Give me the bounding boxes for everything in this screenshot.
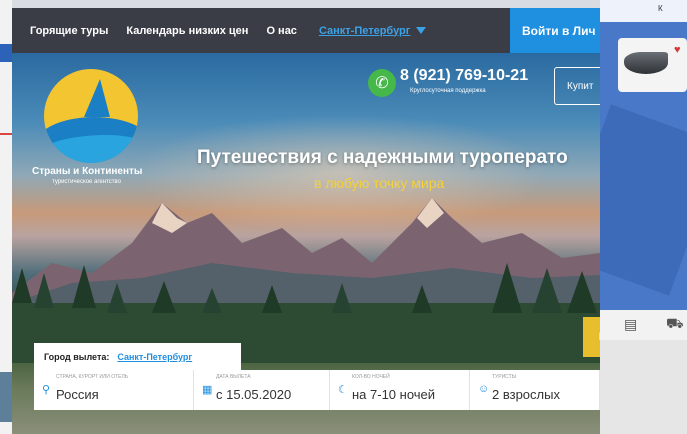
document-icon[interactable]: ▤ <box>624 316 637 333</box>
hero-banner: Страны и Континенты туристическое агентс… <box>12 53 600 434</box>
city-selector[interactable]: Санкт-Петербург <box>319 25 410 37</box>
calendar-icon: ▦ <box>202 384 213 396</box>
person-icon: ☺ <box>478 383 490 395</box>
support-caption: Круглосуточная поддержка <box>410 88 486 94</box>
hero-subheadline: в любую точку мира <box>314 175 445 191</box>
overlapping-window-header-text: К <box>658 4 663 13</box>
destination-label: Страна, курорт или отель <box>56 374 129 380</box>
departure-city-link[interactable]: Санкт-Петербург <box>117 352 192 362</box>
destination-value[interactable]: Россия <box>56 387 99 402</box>
date-field[interactable]: ▦ Дата вылета с 15.05.2020 <box>194 370 330 410</box>
company-logo[interactable] <box>44 69 138 163</box>
tourists-value[interactable]: 2 взрослых <box>492 387 560 402</box>
nights-field[interactable]: ☾ Кол-во ночей на 7-10 ночей <box>330 370 470 410</box>
sailboat-icon <box>84 79 110 117</box>
nav-link-hot-tours[interactable]: Горящие туры <box>30 25 108 37</box>
top-navigation: Горящие туры Календарь низких цен О нас … <box>12 8 600 53</box>
buy-button[interactable]: Купит <box>554 67 600 105</box>
chevron-down-icon[interactable] <box>416 27 427 34</box>
departure-city-label: Город вылета: <box>44 352 110 362</box>
destination-field[interactable]: ⚲ Страна, курорт или отель Россия <box>34 370 194 410</box>
nights-value[interactable]: на 7-10 ночей <box>352 387 435 402</box>
product-card[interactable]: ♥ <box>618 38 687 92</box>
background-image <box>0 372 12 422</box>
phone-number[interactable]: 8 (921) 769-10-21 <box>400 67 528 85</box>
heart-icon[interactable]: ♥ <box>674 44 681 56</box>
travel-site: Горящие туры Календарь низких цен О нас … <box>12 8 600 434</box>
decorative-shape <box>600 104 687 296</box>
phone-icon[interactable]: ✆ <box>368 69 396 97</box>
overlapping-window: К ♥ ▤ ⛟ <box>600 0 687 340</box>
screen: Горящие туры Календарь низких цен О нас … <box>0 0 687 434</box>
location-pin-icon: ⚲ <box>42 384 51 396</box>
login-button[interactable]: Войти в Лич <box>510 8 600 53</box>
nav-link-price-calendar[interactable]: Календарь низких цен <box>126 25 248 37</box>
background-window-edge <box>0 0 12 434</box>
tour-search-form: ⚲ Страна, курорт или отель Россия ▦ Дата… <box>34 370 600 410</box>
hero-headline: Путешествия с надежными туроперато <box>197 147 568 168</box>
background-tag <box>0 44 12 62</box>
brand-subtitle: туристическое агентство <box>52 179 121 185</box>
nav-link-about[interactable]: О нас <box>266 25 297 37</box>
background-page <box>600 340 687 434</box>
date-label: Дата вылета <box>216 374 251 380</box>
nights-label: Кол-во ночей <box>352 374 390 380</box>
overlapping-window-header: К <box>600 0 687 22</box>
moon-icon: ☾ <box>338 384 348 396</box>
inflatable-boat-image <box>624 52 668 74</box>
date-value[interactable]: с 15.05.2020 <box>216 387 291 402</box>
tourists-field[interactable]: ☺ Туристы 2 взрослых <box>470 370 600 410</box>
background-divider <box>0 133 12 135</box>
departure-city-box: Город вылета: Санкт-Петербург <box>34 343 241 371</box>
cart-icon[interactable]: ⛟ <box>666 315 684 334</box>
tourists-label: Туристы <box>492 374 517 380</box>
brand-name: Страны и Континенты <box>32 166 143 177</box>
